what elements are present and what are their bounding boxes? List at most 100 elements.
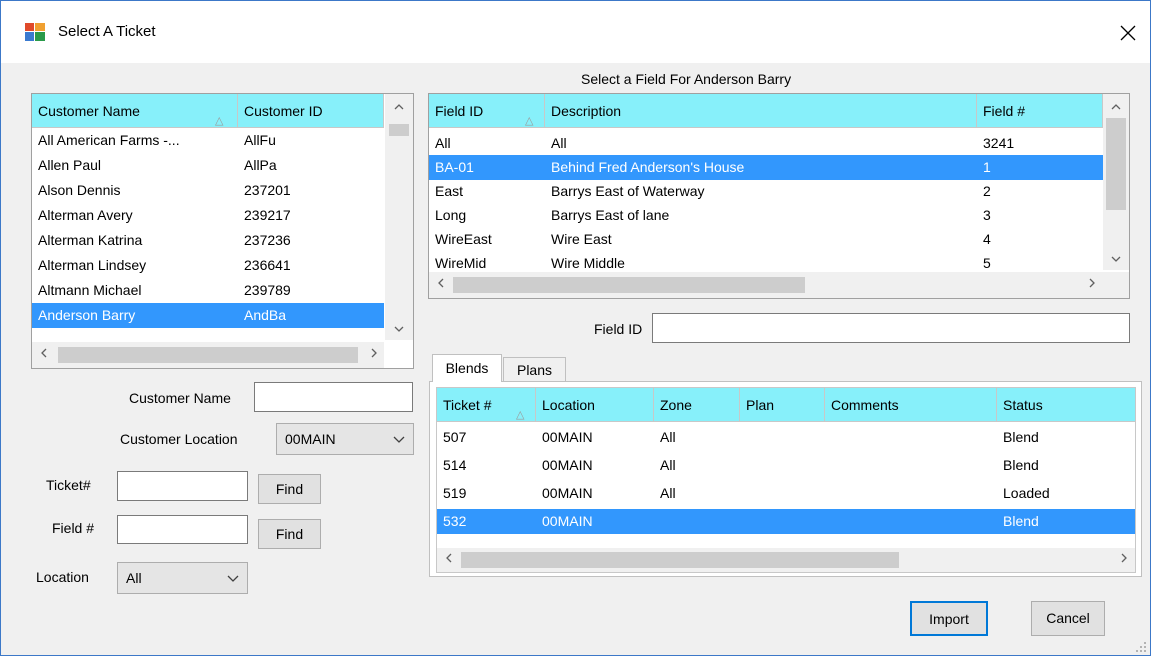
scroll-thumb[interactable] [453, 277, 805, 293]
field-cell-number: 4 [983, 231, 991, 247]
field-cell-description: Wire East [551, 231, 612, 247]
field-cell-field-id: Long [435, 207, 467, 223]
field-number-input[interactable] [117, 515, 248, 544]
customer-cell-name: Anderson Barry [38, 307, 136, 323]
app-icon [25, 23, 45, 41]
column-header-plan[interactable]: Plan [740, 388, 825, 422]
customer-horizontal-scrollbar[interactable] [32, 342, 384, 368]
scroll-down-icon[interactable] [1107, 250, 1124, 267]
customer-cell-name: Altmann Michael [38, 282, 142, 298]
field-cell-field-id: East [435, 183, 464, 199]
import-button[interactable]: Import [910, 601, 988, 636]
column-header-zone[interactable]: Zone [654, 388, 740, 422]
ticket-horizontal-scrollbar[interactable] [437, 548, 1135, 572]
scroll-thumb[interactable] [1106, 118, 1126, 210]
ticket-cell-status: Blend [1003, 457, 1039, 473]
field-vertical-scrollbar[interactable] [1103, 94, 1129, 270]
customer-row[interactable]: Altmann Michael 239789 [32, 278, 384, 303]
column-header-field-number[interactable]: Field # [977, 94, 1103, 128]
customer-location-select[interactable]: 00MAIN [276, 423, 414, 455]
column-header-status[interactable]: Status [997, 388, 1135, 422]
tab-plans[interactable]: Plans [503, 357, 566, 382]
scroll-left-icon[interactable] [432, 276, 449, 293]
tab-blends[interactable]: Blends [432, 354, 502, 382]
customer-row[interactable]: Alterman Lindsey 236641 [32, 253, 384, 278]
close-icon [1120, 25, 1136, 41]
column-header-field-id[interactable]: Field ID △ [429, 94, 545, 128]
customer-cell-name: Alterman Avery [38, 207, 133, 223]
ticket-cell-location: 00MAIN [542, 457, 593, 473]
customer-cell-id: AndBa [244, 307, 287, 323]
ticket-row[interactable]: 507 00MAIN All Blend [437, 425, 1135, 450]
field-row[interactable]: All All 3241 [429, 131, 1103, 156]
location-select[interactable]: All [117, 562, 248, 594]
customer-row[interactable]: Anderson Barry AndBa [32, 303, 384, 328]
customer-row[interactable]: Allen Paul AllPa [32, 153, 384, 178]
field-section-heading: Select a Field For Anderson Barry [581, 71, 792, 87]
customer-grid: Customer Name △ Customer ID All American… [31, 93, 414, 369]
field-cell-number: 1 [983, 159, 991, 175]
find-ticket-button[interactable]: Find [258, 474, 321, 504]
scroll-thumb[interactable] [58, 347, 358, 363]
customer-cell-id: 237236 [244, 232, 291, 248]
customer-name-input[interactable] [254, 382, 413, 412]
resize-grip-icon[interactable] [1135, 641, 1147, 653]
ticket-row[interactable]: 532 00MAIN Blend [437, 509, 1135, 534]
customer-cell-id: 236641 [244, 257, 291, 273]
field-cell-description: Barrys East of Waterway [551, 183, 705, 199]
field-horizontal-scrollbar[interactable] [429, 272, 1129, 298]
customer-row[interactable]: Alterman Avery 239217 [32, 203, 384, 228]
column-header-location[interactable]: Location [536, 388, 654, 422]
find-field-button[interactable]: Find [258, 519, 321, 549]
customer-row[interactable]: All American Farms -... AllFu [32, 128, 384, 153]
close-button[interactable] [1113, 18, 1143, 48]
field-cell-number: 3 [983, 207, 991, 223]
customer-row[interactable]: Alterman Katrina 237236 [32, 228, 384, 253]
field-cell-description: Behind Fred Anderson's House [551, 159, 745, 175]
field-row[interactable]: East Barrys East of Waterway 2 [429, 179, 1103, 204]
field-cell-number: 2 [983, 183, 991, 199]
field-cell-description: Barrys East of lane [551, 207, 670, 223]
scroll-right-icon[interactable] [1083, 276, 1100, 293]
field-row[interactable]: BA-01 Behind Fred Anderson's House 1 [429, 155, 1103, 180]
field-cell-number: 3241 [983, 135, 1015, 151]
ticket-cell-zone: All [660, 457, 676, 473]
ticket-cell-location: 00MAIN [542, 485, 593, 501]
column-header-label: Customer ID [244, 103, 323, 119]
column-header-description[interactable]: Description [545, 94, 977, 128]
ticket-row[interactable]: 514 00MAIN All Blend [437, 453, 1135, 478]
scroll-right-icon[interactable] [1115, 551, 1132, 568]
column-header-label: Location [542, 397, 595, 413]
scroll-thumb[interactable] [461, 552, 899, 568]
customer-vertical-scrollbar[interactable] [385, 94, 413, 340]
chevron-down-icon [393, 424, 405, 454]
customer-cell-name: Allen Paul [38, 157, 102, 173]
customer-cell-name: Alterman Katrina [38, 232, 143, 248]
scroll-left-icon[interactable] [35, 346, 52, 363]
customer-cell-id: 239217 [244, 207, 291, 223]
scroll-up-icon[interactable] [390, 98, 407, 115]
scroll-right-icon[interactable] [365, 346, 382, 363]
field-id-input[interactable] [652, 313, 1130, 343]
ticket-row[interactable]: 519 00MAIN All Loaded [437, 481, 1135, 506]
customer-cell-name: Alson Dennis [38, 182, 121, 198]
customer-name-label: Customer Name [129, 390, 231, 406]
chevron-down-icon [227, 563, 239, 593]
column-header-label: Status [1003, 397, 1043, 413]
field-row[interactable]: WireEast Wire East 4 [429, 227, 1103, 252]
ticket-label: Ticket# [46, 477, 91, 493]
scroll-thumb[interactable] [389, 124, 409, 136]
ticket-input[interactable] [117, 471, 248, 501]
customer-row[interactable]: Alson Dennis 237201 [32, 178, 384, 203]
ticket-cell-location: 00MAIN [542, 513, 593, 529]
scroll-up-icon[interactable] [1107, 98, 1124, 115]
column-header-comments[interactable]: Comments [825, 388, 997, 422]
column-header-customer-name[interactable]: Customer Name △ [32, 94, 238, 128]
column-header-ticket[interactable]: Ticket # △ [437, 388, 536, 422]
scroll-left-icon[interactable] [440, 551, 457, 568]
cancel-button[interactable]: Cancel [1031, 601, 1105, 636]
scroll-down-icon[interactable] [390, 320, 407, 337]
field-row[interactable]: Long Barrys East of lane 3 [429, 203, 1103, 228]
ticket-grid: Ticket # △ Location Zone Plan Comments S… [436, 387, 1136, 573]
column-header-customer-id[interactable]: Customer ID [238, 94, 384, 128]
